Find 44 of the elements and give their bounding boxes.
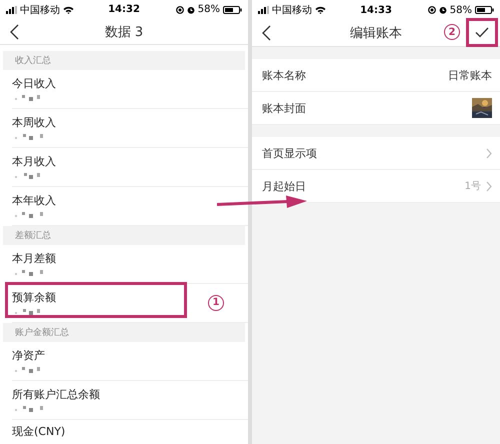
section-header: 收入汇总 <box>15 54 51 67</box>
screen-title: 数据 3 <box>104 24 144 41</box>
setting-label: 首页显示项 <box>262 146 317 160</box>
section-header: 差额汇总 <box>15 230 51 242</box>
status-time: 14:33 <box>360 4 392 16</box>
battery-percent: 58% <box>198 4 220 16</box>
battery-percent: 58% <box>450 4 472 16</box>
status-time: 14:32 <box>108 4 140 16</box>
setting-value: 日常账本 <box>448 68 492 82</box>
setting-label: 账本封面 <box>262 100 306 116</box>
screen-title: 编辑账本 <box>350 25 402 42</box>
row-label: 本月差额 <box>12 250 56 266</box>
row-label: 本月收入 <box>12 154 56 169</box>
row-label: 净资产 <box>12 348 45 364</box>
carrier-label: 中国移动 <box>20 4 60 17</box>
location-icon <box>428 6 436 14</box>
alarm-icon <box>438 6 447 14</box>
step-marker: 2 <box>444 24 460 40</box>
chevron-right-icon <box>486 148 492 158</box>
row-label: 预算余额 <box>12 290 56 305</box>
confirm-button[interactable] <box>466 18 498 47</box>
signal-icon <box>6 6 17 14</box>
step-marker: 1 <box>208 294 224 311</box>
setting-label: 账本名称 <box>262 68 306 82</box>
row-label: 现金(CNY) <box>12 424 66 440</box>
location-icon <box>176 6 184 14</box>
check-icon <box>475 27 489 38</box>
setting-value: 1号 <box>464 180 481 193</box>
row-label: 所有账户汇总余额 <box>12 387 100 402</box>
battery-icon <box>475 6 494 14</box>
signal-icon <box>258 6 269 14</box>
chevron-right-icon <box>486 180 492 192</box>
carrier-label: 中国移动 <box>272 4 312 17</box>
wifi-icon <box>315 6 326 14</box>
row-label: 本周收入 <box>12 114 56 130</box>
row-label: 本年收入 <box>12 192 56 208</box>
row-label: 今日收入 <box>12 76 56 91</box>
section-header: 账户金额汇总 <box>15 326 69 339</box>
battery-icon <box>223 6 242 14</box>
back-icon[interactable] <box>10 24 19 40</box>
back-icon[interactable] <box>262 25 271 41</box>
alarm-icon <box>186 6 195 14</box>
wifi-icon <box>63 6 74 14</box>
setting-label: 月起始日 <box>262 178 306 194</box>
